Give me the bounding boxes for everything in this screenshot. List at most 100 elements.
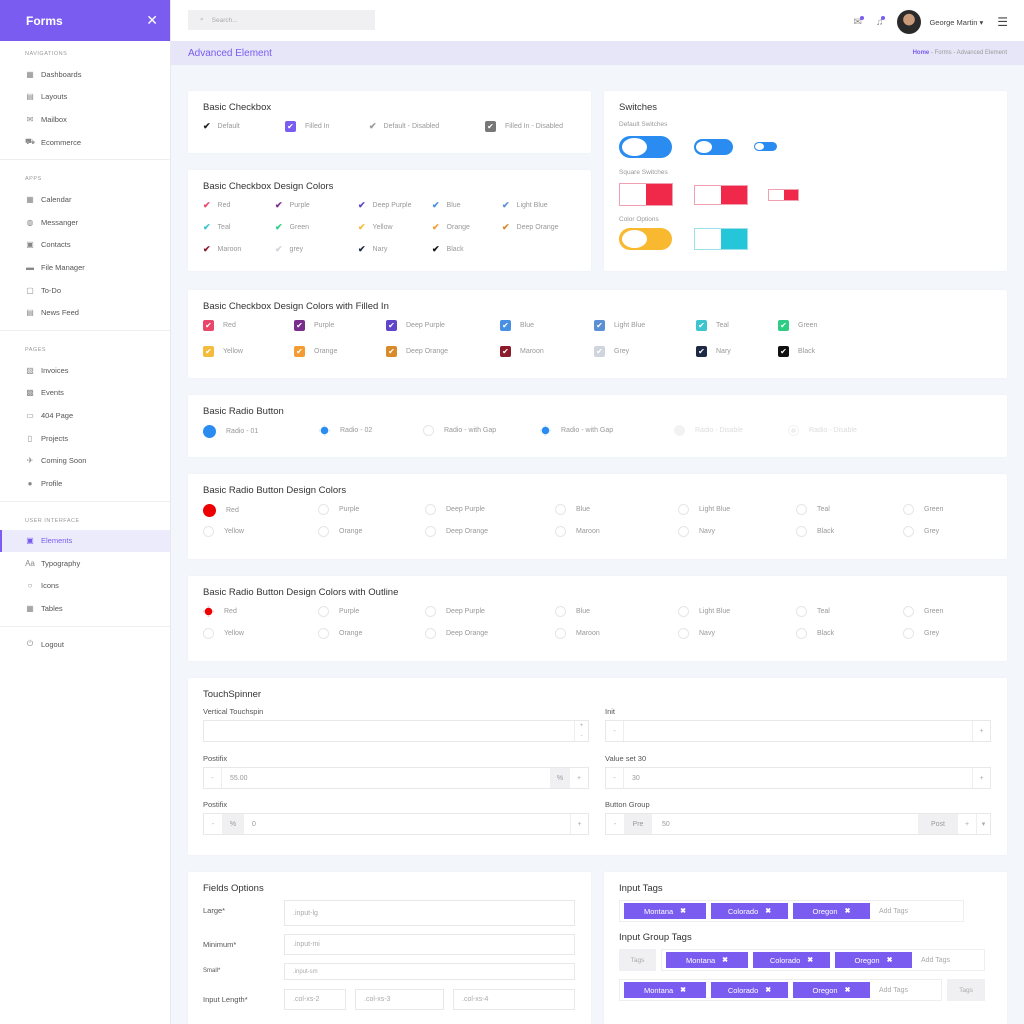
checkbox-filled[interactable]: ✔ Filled In <box>285 121 330 132</box>
checkbox-filled-blue[interactable]: ✔ Blue <box>500 320 534 331</box>
checkbox-default[interactable]: ✔ Default <box>203 121 240 132</box>
group-tags-input-1[interactable]: Montana ✖ Colorado ✖ Oregon ✖ Add Tags <box>661 949 985 971</box>
checkbox-filled-red[interactable]: ✔ Red <box>203 320 236 331</box>
radio-yellow[interactable]: Yellow <box>203 628 244 639</box>
spin-down-button[interactable]: - <box>581 733 583 739</box>
checkbox-teal[interactable]: ✔ Teal <box>203 222 230 233</box>
search-input[interactable]: ⌕ Search... <box>188 10 375 30</box>
user-menu[interactable]: George Martin ▾ <box>929 18 983 27</box>
checkbox-orange[interactable]: ✔ Orange <box>432 222 470 233</box>
checkbox-filled-purple[interactable]: ✔ Purple <box>294 320 334 331</box>
sidebar-item-dashboards[interactable]: ▦ Dashboards <box>0 63 170 86</box>
breadcrumb-forms[interactable]: Forms <box>935 50 952 56</box>
postfix-touchspin[interactable]: - 55.00 % + <box>203 767 589 789</box>
sidebar-item-messanger[interactable]: ◍ Messanger <box>0 211 170 234</box>
avatar[interactable] <box>897 10 922 34</box>
radio-deep-purple[interactable]: Deep Purple <box>425 504 485 515</box>
remove-tag-icon[interactable]: ✖ <box>765 907 771 915</box>
sidebar-item-news-feed[interactable]: ▤ News Feed <box>0 301 170 324</box>
radio-maroon[interactable]: Maroon <box>555 526 600 537</box>
square-switch-medium[interactable] <box>694 185 748 205</box>
checkbox-filled-deep-purple[interactable]: ✔ Deep Purple <box>386 320 445 331</box>
checkbox-filled-nary[interactable]: ✔ Nary <box>696 346 731 357</box>
checkbox-green[interactable]: ✔ Green <box>275 222 309 233</box>
remove-tag-icon[interactable]: ✖ <box>722 956 728 964</box>
checkbox-deep-orange[interactable]: ✔ Deep Orange <box>502 222 559 233</box>
switch-medium[interactable] <box>694 139 733 155</box>
large-input[interactable]: .input-lg <box>284 900 575 926</box>
sidebar-item-tables[interactable]: ▦ Tables <box>0 597 170 620</box>
value30-touchspin[interactable]: - 30 + <box>605 767 991 789</box>
radio-deep-orange[interactable]: Deep Orange <box>425 526 488 537</box>
sidebar-item-invoices[interactable]: ▧ Invoices <box>0 359 170 382</box>
switch-small[interactable] <box>754 142 777 151</box>
radio-orange[interactable]: Orange <box>318 526 362 537</box>
remove-tag-icon[interactable]: ✖ <box>845 907 851 915</box>
sidebar-item-coming-soon[interactable]: ✈ Coming Soon <box>0 449 170 472</box>
sidebar-item-file-manager[interactable]: ▬ File Manager <box>0 256 170 279</box>
button-group-touchspin[interactable]: - Pre 50 Post + ▾ <box>605 813 991 835</box>
checkbox-deep-purple[interactable]: ✔ Deep Purple <box>358 200 411 211</box>
radio-light-blue[interactable]: Light Blue <box>678 504 730 515</box>
remove-tag-icon[interactable]: ✖ <box>845 986 851 994</box>
square-switch-cyan[interactable] <box>694 228 748 250</box>
radio-purple[interactable]: Purple <box>318 504 359 515</box>
remove-tag-icon[interactable]: ✖ <box>765 986 771 994</box>
radio-basic-1[interactable]: Radio - 01 <box>203 425 258 438</box>
checkbox-black[interactable]: ✔ Black <box>432 244 464 255</box>
col-xs-4-input[interactable]: .col-xs-4 <box>453 989 575 1010</box>
sidebar-item-icons[interactable]: ○ Icons <box>0 575 170 598</box>
prefix-touchspin[interactable]: - % 0 + <box>203 813 589 835</box>
checkbox-red[interactable]: ✔ Red <box>203 200 230 211</box>
checkbox-maroon[interactable]: ✔ Maroon <box>203 244 241 255</box>
checkbox-nary[interactable]: ✔ Nary <box>358 244 387 255</box>
decrement-button[interactable]: - <box>606 814 624 834</box>
radio-black[interactable]: Black <box>796 526 834 537</box>
radio-teal[interactable]: Teal <box>796 504 830 515</box>
radio-deep-orange[interactable]: Deep Orange <box>425 628 488 639</box>
radio-grey[interactable]: Grey <box>903 628 939 639</box>
checkbox-light-blue[interactable]: ✔ Light Blue <box>502 200 548 211</box>
checkbox-filled-maroon[interactable]: ✔ Maroon <box>500 346 544 357</box>
checkbox-filled-black[interactable]: ✔ Black <box>778 346 815 357</box>
col-xs-3-input[interactable]: .col-xs-3 <box>355 989 444 1010</box>
minimum-input[interactable]: .input-mi <box>284 934 575 955</box>
radio-navy[interactable]: Navy <box>678 628 715 639</box>
sidebar-item-logout[interactable]: ⏻ Logout <box>0 633 170 656</box>
radio-grey[interactable]: Grey <box>903 526 939 537</box>
increment-button[interactable]: + <box>570 814 588 834</box>
radio-red[interactable]: Red <box>203 606 237 617</box>
radio-basic-4[interactable]: Radio - with Gap <box>540 425 613 436</box>
remove-tag-icon[interactable]: ✖ <box>680 907 686 915</box>
radio-red[interactable]: Red <box>203 504 239 517</box>
remove-tag-icon[interactable]: ✖ <box>807 956 813 964</box>
small-input[interactable]: .input-sm <box>284 963 575 980</box>
group-tags-input-2[interactable]: Montana ✖ Colorado ✖ Oregon ✖ Add Tags <box>619 979 942 1001</box>
remove-tag-icon[interactable]: ✖ <box>680 986 686 994</box>
init-touchspin[interactable]: - + <box>605 720 991 742</box>
sidebar-item-contacts[interactable]: ▣ Contacts <box>0 234 170 257</box>
decrement-button[interactable]: - <box>606 768 624 788</box>
checkbox-blue[interactable]: ✔ Blue <box>432 200 461 211</box>
sidebar-item-calendar[interactable]: ▦ Calendar <box>0 188 170 211</box>
square-switch-small[interactable] <box>768 189 799 201</box>
dropdown-button[interactable]: ▾ <box>976 814 990 834</box>
sidebar-item-projects[interactable]: ▯ Projects <box>0 427 170 450</box>
tools-icon[interactable]: ✕ <box>146 12 158 29</box>
sidebar-item-to-do[interactable]: ▢ To-Do <box>0 279 170 302</box>
mail-icon[interactable]: ✉ <box>854 15 864 28</box>
menu-icon[interactable]: ☰ <box>997 15 1008 29</box>
decrement-button[interactable]: - <box>204 814 222 834</box>
radio-teal[interactable]: Teal <box>796 606 830 617</box>
square-switch-large[interactable] <box>619 183 673 206</box>
radio-light-blue[interactable]: Light Blue <box>678 606 730 617</box>
radio-basic-2[interactable]: Radio - 02 <box>319 425 372 436</box>
radio-blue[interactable]: Blue <box>555 504 590 515</box>
remove-tag-icon[interactable]: ✖ <box>887 956 893 964</box>
switch-large[interactable] <box>619 136 672 158</box>
sidebar-item-layouts[interactable]: ▤ Layouts <box>0 86 170 109</box>
sidebar-item-profile[interactable]: ● Profile <box>0 472 170 495</box>
add-tags-input[interactable]: Add Tags <box>879 987 908 994</box>
radio-black[interactable]: Black <box>796 628 834 639</box>
radio-deep-purple[interactable]: Deep Purple <box>425 606 485 617</box>
